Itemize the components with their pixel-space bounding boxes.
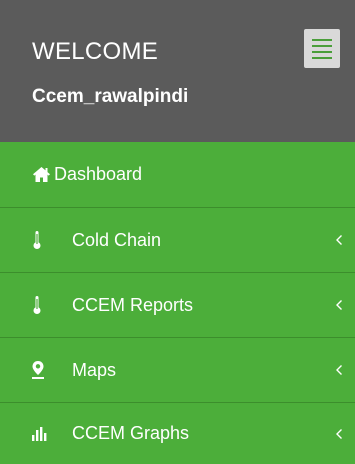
chevron-left-icon	[335, 403, 343, 464]
sidebar-item-label: Dashboard	[54, 164, 143, 184]
bar-chart-icon	[30, 403, 48, 464]
thermometer-icon	[30, 273, 44, 337]
home-icon	[30, 142, 52, 207]
sidebar-item-ccem-reports[interactable]: CCEM Reports	[0, 272, 355, 337]
hamburger-line	[312, 50, 332, 53]
hamburger-line	[312, 44, 332, 47]
thermometer-icon	[30, 208, 44, 272]
sidebar-nav: Dashboard Cold Chain CCEM Reports Maps C…	[0, 142, 355, 464]
chevron-left-icon	[335, 338, 343, 402]
hamburger-line	[312, 56, 332, 59]
username-label: Ccem_rawalpindi	[32, 86, 189, 107]
sidebar: WELCOME Ccem_rawalpindi Dashboard Cold C…	[0, 0, 355, 464]
chevron-left-icon	[335, 208, 343, 272]
sidebar-item-label: Cold Chain	[72, 229, 162, 250]
sidebar-item-label: CCEM Reports	[72, 294, 194, 315]
welcome-title: WELCOME	[32, 38, 159, 65]
chevron-left-icon	[335, 273, 343, 337]
sidebar-item-label: CCEM Graphs	[72, 423, 190, 443]
map-marker-icon	[30, 338, 46, 402]
sidebar-item-maps[interactable]: Maps	[0, 337, 355, 402]
sidebar-item-label: Maps	[72, 359, 117, 380]
sidebar-item-dashboard[interactable]: Dashboard	[0, 142, 355, 207]
hamburger-line	[312, 38, 332, 41]
sidebar-item-cold-chain[interactable]: Cold Chain	[0, 207, 355, 272]
sidebar-item-ccem-graphs[interactable]: CCEM Graphs	[0, 402, 355, 464]
sidebar-header: WELCOME Ccem_rawalpindi	[0, 0, 355, 142]
menu-toggle-button[interactable]	[304, 29, 340, 68]
